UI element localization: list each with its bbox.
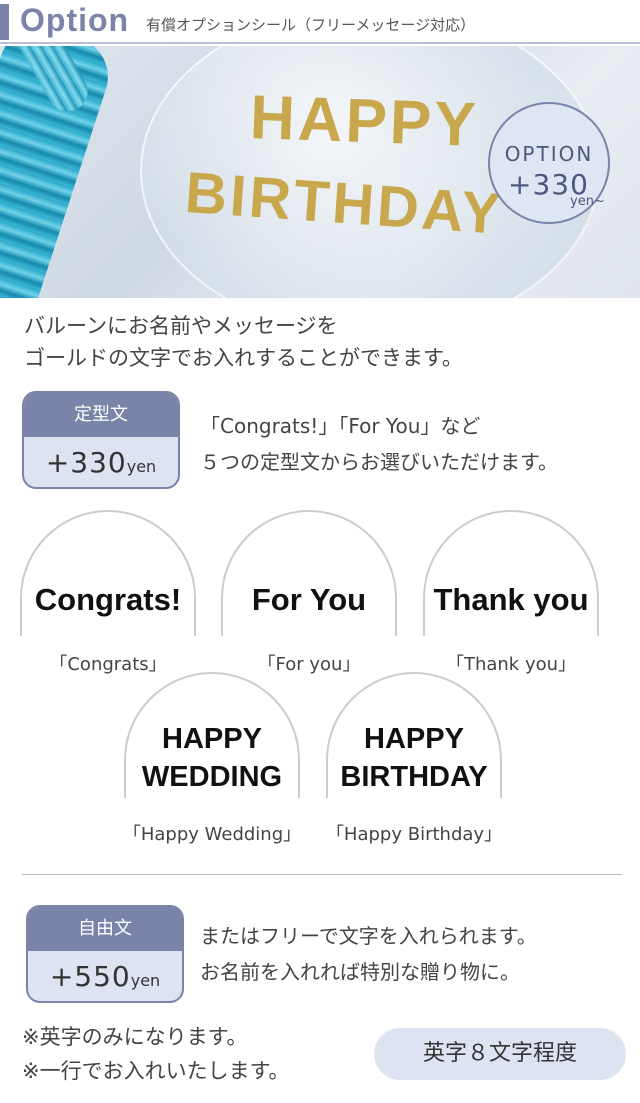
section-subtitle: 有償オプションシール（フリーメッセージ対応） — [146, 16, 476, 34]
sample-caption: 「Happy Wedding」 — [122, 824, 302, 845]
sample-balloon-happy-wedding: HAPPY WEDDING — [124, 672, 300, 798]
sample-label: Thank you — [433, 582, 589, 617]
sample-balloon-thank-you: Thank you — [423, 510, 599, 636]
tag-unit: yen — [126, 457, 157, 476]
character-limit-pill: 英字８文字程度 — [374, 1028, 626, 1080]
section-title: Option — [20, 2, 130, 38]
fixed-text-description: 「Congrats!」「For You」など ５つの定型文からお選びいただけます… — [200, 408, 558, 480]
hero-image: HAPPY BIRTHDAY OPTION +330 yen~ — [0, 46, 640, 298]
sample-caption: 「For you」 — [257, 654, 361, 675]
option-price-badge: OPTION +330 yen~ — [488, 102, 610, 224]
tag-price-row: +330yen — [24, 437, 178, 487]
desc-line: またはフリーで文字を入れられます。 — [200, 924, 537, 948]
fixed-text-price-tag: 定型文 +330yen — [22, 391, 180, 489]
note-line: ※英字のみになります。 — [22, 1025, 248, 1049]
tag-unit: yen — [130, 971, 161, 990]
sample-caption: 「Happy Birthday」 — [325, 824, 503, 845]
tag-price: +550 — [49, 960, 131, 993]
sample-label-line: HAPPY — [162, 723, 262, 755]
sample-caption: 「Congrats」 — [49, 654, 167, 675]
badge-unit: yen~ — [570, 194, 605, 209]
header-accent-bar — [0, 4, 9, 40]
sample-caption: 「Thank you」 — [445, 654, 577, 675]
note-line: ※一行でお入れいたします。 — [22, 1059, 290, 1083]
sample-label-line: BIRTHDAY — [340, 761, 488, 793]
hero-text-happy: HAPPY — [248, 83, 480, 160]
badge-option-label: OPTION — [504, 142, 594, 166]
sample-label-line: WEDDING — [141, 761, 283, 793]
tag-label: 自由文 — [28, 907, 182, 951]
desc-line: 「Congrats!」「For You」など — [200, 414, 481, 438]
desc-line: お名前を入れれば特別な贈り物に。 — [200, 960, 520, 984]
sample-label-line: HAPPY — [364, 723, 464, 755]
intro-line: ゴールドの文字でお入れすることができます。 — [24, 346, 463, 370]
sample-label: Congrats! — [34, 582, 182, 617]
tag-price: +330 — [45, 446, 127, 479]
sample-label: HAPPY BIRTHDAY — [328, 720, 500, 796]
header-underline — [0, 42, 640, 44]
desc-line: ５つの定型文からお選びいただけます。 — [200, 450, 558, 474]
sample-label: HAPPY WEDDING — [126, 720, 298, 796]
free-text-description: またはフリーで文字を入れられます。 お名前を入れれば特別な贈り物に。 — [200, 918, 537, 990]
sample-balloon-for-you: For You — [221, 510, 397, 636]
tag-price-row: +550yen — [28, 951, 182, 1001]
sample-balloon-happy-birthday: HAPPY BIRTHDAY — [326, 672, 502, 798]
intro-text: バルーンにお名前やメッセージを ゴールドの文字でお入れすることができます。 — [24, 310, 463, 374]
sample-balloon-congrats: Congrats! — [20, 510, 196, 636]
intro-line: バルーンにお名前やメッセージを — [24, 314, 338, 338]
section-divider — [22, 874, 622, 875]
free-text-price-tag: 自由文 +550yen — [26, 905, 184, 1003]
sample-label: For You — [251, 582, 367, 617]
section-header: Option 有償オプションシール（フリーメッセージ対応） — [0, 0, 640, 46]
notes: ※英字のみになります。 ※一行でお入れいたします。 — [22, 1020, 290, 1088]
tag-label: 定型文 — [24, 393, 178, 437]
